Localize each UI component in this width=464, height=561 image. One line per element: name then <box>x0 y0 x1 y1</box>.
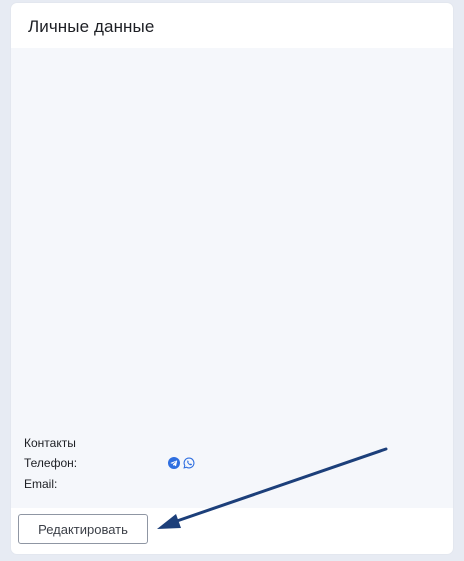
telegram-icon[interactable] <box>168 457 180 469</box>
contacts-heading: Контакты <box>24 436 76 450</box>
card-title: Личные данные <box>28 17 155 36</box>
phone-label: Телефон: <box>24 456 78 470</box>
edit-button[interactable]: Редактировать <box>18 514 148 544</box>
whatsapp-icon[interactable] <box>183 457 195 469</box>
email-label: Email: <box>24 477 58 491</box>
personal-data-content: Контакты Телефон: Email: <box>11 48 453 508</box>
contacts-section: Контакты Телефон: Email: <box>24 436 444 498</box>
email-row: Email: <box>24 477 444 491</box>
messenger-icons <box>168 456 195 470</box>
phone-row: Телефон: <box>24 456 444 470</box>
personal-data-card: Личные данные Контакты Телефон: Email: Р… <box>11 3 453 554</box>
